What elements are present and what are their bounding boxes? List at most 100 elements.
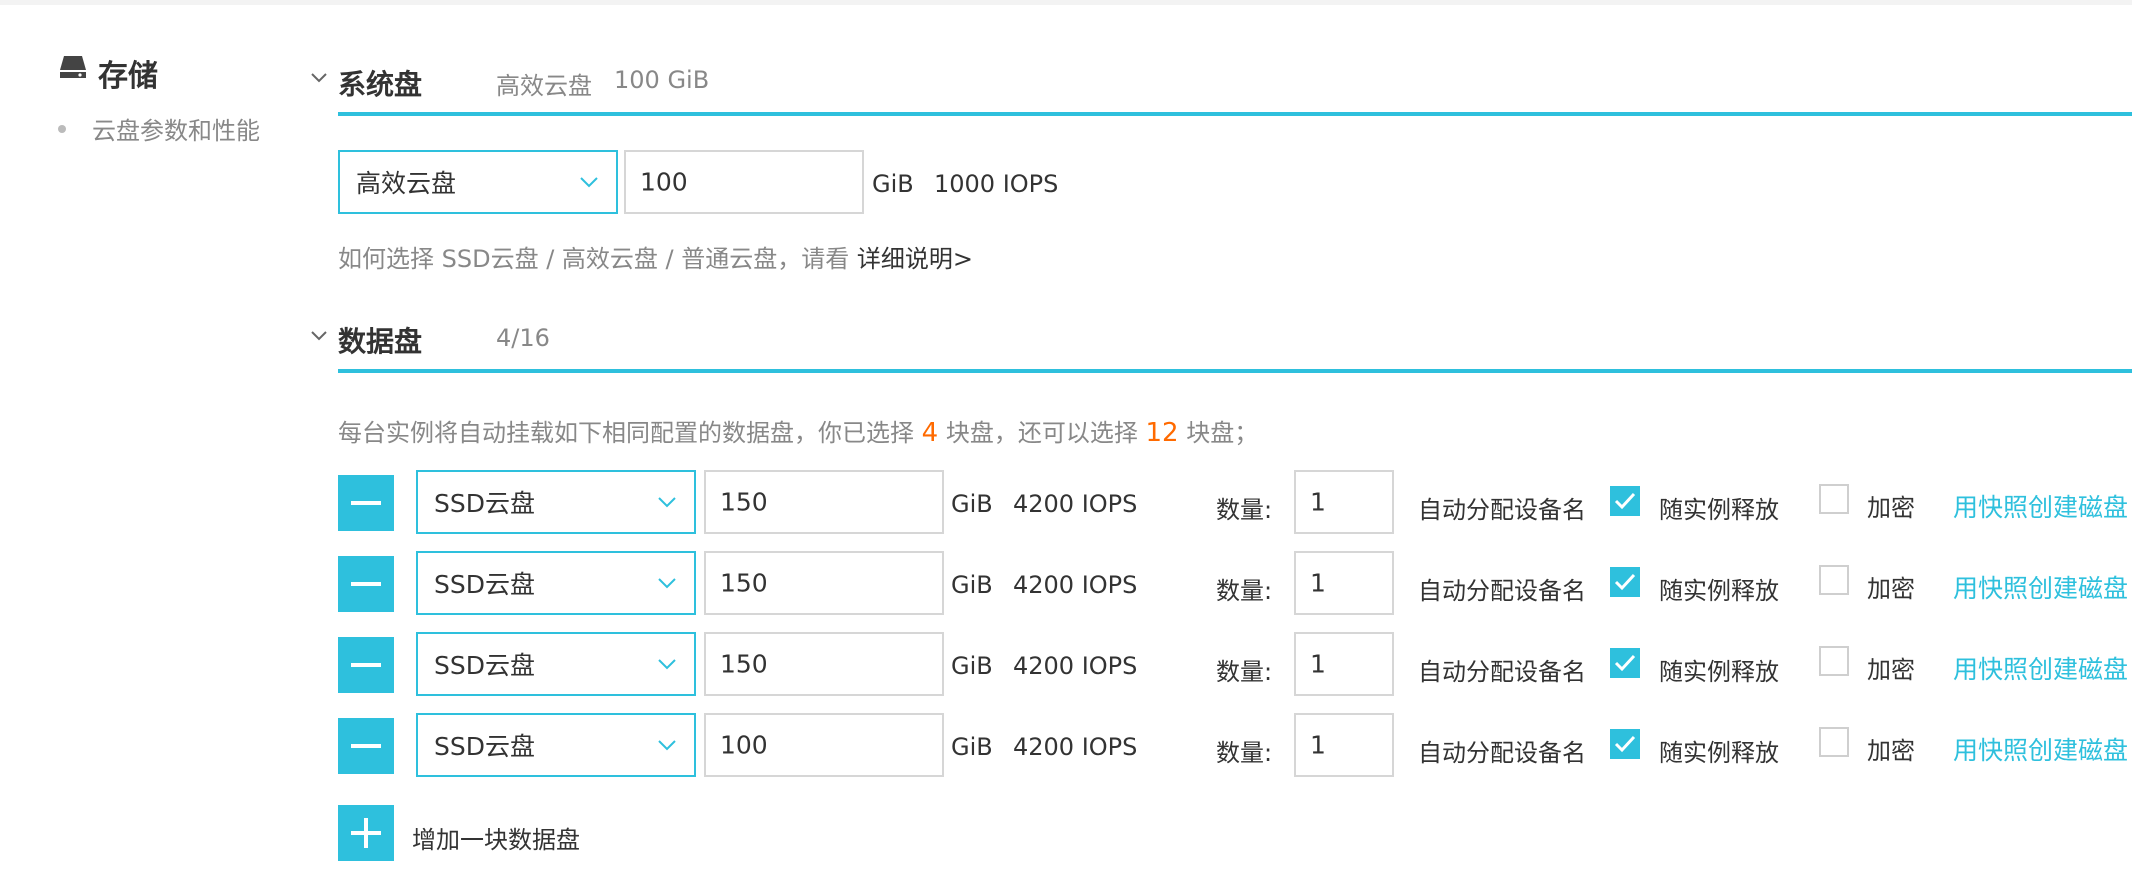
encrypt-label: 加密 [1867,494,1915,522]
data-disk-unit: GiB [951,733,993,761]
details-link[interactable]: 详细说明> [857,245,973,273]
chevron-down-icon [658,497,676,508]
system-disk-summary-size: 100 GiB [614,66,710,94]
data-disk-type-select[interactable]: SSD云盘 [416,551,696,615]
create-from-snapshot-link[interactable]: 用快照创建磁盘 [1953,731,2128,767]
remaining-count: 12 [1145,418,1179,448]
checkmark-icon [1614,492,1636,510]
quantity-label: 数量: [1216,739,1273,767]
chevron-down-icon [580,177,598,188]
release-with-instance-label: 随实例释放 [1659,577,1779,605]
note-prefix: 每台实例将自动挂载如下相同配置的数据盘，你已选择 [338,419,914,447]
note-suffix: 块盘； [1186,419,1259,447]
quantity-input[interactable]: 1 [1294,632,1394,696]
quantity-input[interactable]: 1 [1294,551,1394,615]
storage-panel: 存储 云盘参数和性能 系统盘 高效云盘 100 GiB 高效云盘 100 GiB… [0,5,2132,876]
data-disk-iops: 4200 IOPS [1013,571,1138,599]
device-name-label: 自动分配设备名 [1418,577,1586,605]
data-disk-size-input[interactable]: 150 [704,632,944,696]
encrypt-checkbox[interactable] [1819,565,1849,595]
encrypt-label: 加密 [1867,575,1915,603]
device-name-label: 自动分配设备名 [1418,739,1586,767]
release-with-instance-label: 随实例释放 [1659,739,1779,767]
system-disk-help-text: 如何选择 SSD云盘 / 高效云盘 / 普通云盘，请看 [338,245,850,273]
data-disk-iops: 4200 IOPS [1013,490,1138,518]
release-with-instance-checkbox[interactable] [1610,648,1640,678]
data-disk-size-input[interactable]: 150 [704,551,944,615]
data-disk-size-value: 150 [720,649,768,679]
data-disk-count-summary: 4/16 [496,324,550,352]
disk-icon [60,56,86,78]
data-disk-type-value: SSD云盘 [434,651,535,680]
system-disk-help: 如何选择 SSD云盘 / 高效云盘 / 普通云盘，请看 详细说明> [338,239,973,274]
chevron-down-icon [658,578,676,589]
create-from-snapshot-link[interactable]: 用快照创建磁盘 [1953,488,2128,524]
data-disk-size-value: 100 [720,730,768,760]
data-disk-size-value: 150 [720,568,768,598]
system-disk-type-select[interactable]: 高效云盘 [338,150,618,214]
data-disk-note: 每台实例将自动挂载如下相同配置的数据盘，你已选择 4 块盘，还可以选择 12 块… [338,413,1258,448]
sidebar-item-disk-params[interactable]: 云盘参数和性能 [92,111,260,146]
encrypt-checkbox[interactable] [1819,646,1849,676]
encrypt-checkbox[interactable] [1819,727,1849,757]
data-disk-unit: GiB [951,571,993,599]
remove-data-disk-button[interactable] [338,637,394,693]
quantity-value: 1 [1310,730,1326,760]
data-disk-type-select[interactable]: SSD云盘 [416,713,696,777]
remove-data-disk-button[interactable] [338,475,394,531]
data-disk-unit: GiB [951,652,993,680]
data-disk-iops: 4200 IOPS [1013,652,1138,680]
encrypt-label: 加密 [1867,656,1915,684]
data-disk-type-select[interactable]: SSD云盘 [416,470,696,534]
system-disk-size-value: 100 [640,167,688,197]
create-from-snapshot-link[interactable]: 用快照创建磁盘 [1953,650,2128,686]
add-data-disk-label[interactable]: 增加一块数据盘 [412,820,580,855]
encrypt-checkbox[interactable] [1819,484,1849,514]
encrypt-label: 加密 [1867,737,1915,765]
data-disk-title: 数据盘 [338,325,423,358]
system-disk-type-value: 高效云盘 [356,169,457,198]
data-disk-type-select[interactable]: SSD云盘 [416,632,696,696]
system-disk-iops: 1000 IOPS [934,170,1059,198]
data-disk-type-value: SSD云盘 [434,570,535,599]
quantity-input[interactable]: 1 [1294,713,1394,777]
data-disk-size-value: 150 [720,487,768,517]
section-divider [338,369,2132,373]
bullet [58,125,66,133]
note-mid: 块盘，还可以选择 [945,419,1138,447]
sidebar-title: 存储 [98,59,158,94]
chevron-down-icon[interactable] [310,329,328,343]
data-disk-unit: GiB [951,490,993,518]
checkmark-icon [1614,573,1636,591]
device-name-label: 自动分配设备名 [1418,496,1586,524]
chevron-down-icon [658,740,676,751]
data-disk-size-input[interactable]: 150 [704,470,944,534]
system-disk-unit: GiB [872,170,914,198]
release-with-instance-checkbox[interactable] [1610,567,1640,597]
quantity-value: 1 [1310,649,1326,679]
quantity-value: 1 [1310,568,1326,598]
checkmark-icon [1614,735,1636,753]
remove-data-disk-button[interactable] [338,556,394,612]
release-with-instance-label: 随实例释放 [1659,658,1779,686]
add-data-disk-button[interactable] [338,805,394,861]
release-with-instance-label: 随实例释放 [1659,496,1779,524]
remove-data-disk-button[interactable] [338,718,394,774]
system-disk-size-input[interactable]: 100 [624,150,864,214]
device-name-label: 自动分配设备名 [1418,658,1586,686]
quantity-value: 1 [1310,487,1326,517]
release-with-instance-checkbox[interactable] [1610,729,1640,759]
chevron-down-icon[interactable] [310,71,328,85]
chevron-down-icon [658,659,676,670]
quantity-label: 数量: [1216,577,1273,605]
release-with-instance-checkbox[interactable] [1610,486,1640,516]
selected-count: 4 [921,418,939,448]
section-divider [338,112,2132,116]
system-disk-summary-type: 高效云盘 [496,72,592,100]
data-disk-size-input[interactable]: 100 [704,713,944,777]
quantity-input[interactable]: 1 [1294,470,1394,534]
data-disk-type-value: SSD云盘 [434,489,535,518]
quantity-label: 数量: [1216,496,1273,524]
create-from-snapshot-link[interactable]: 用快照创建磁盘 [1953,569,2128,605]
data-disk-type-value: SSD云盘 [434,732,535,761]
